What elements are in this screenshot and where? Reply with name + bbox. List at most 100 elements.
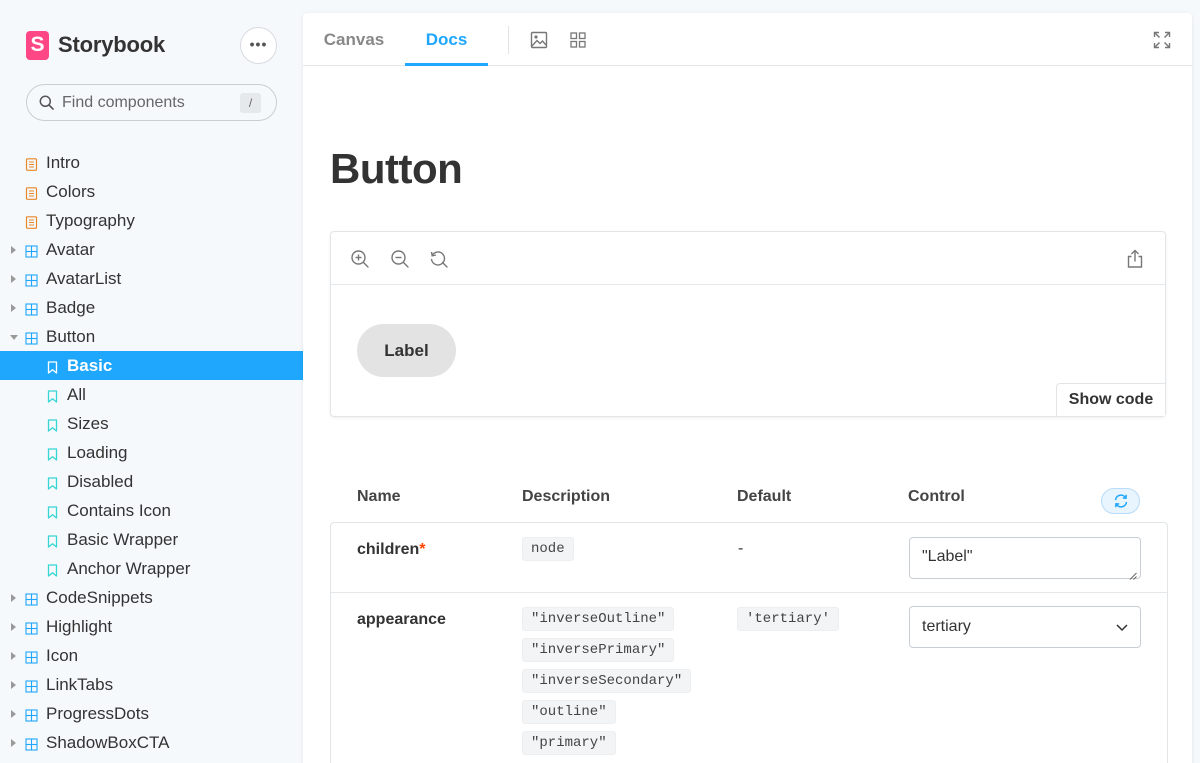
show-code-button[interactable]: Show code — [1056, 383, 1165, 416]
sidebar-item-progressdots[interactable]: ProgressDots — [0, 699, 303, 728]
sidebar-item-label: Loading — [67, 443, 128, 462]
sidebar-item-basic-wrapper[interactable]: Basic Wrapper — [0, 525, 303, 554]
story-preview: Label Show code — [330, 231, 1166, 417]
caret-right-icon[interactable] — [11, 594, 16, 602]
enum-options-list: "inverseOutline" "inversePrimary" "inverse… — [522, 607, 702, 762]
sidebar-item-label: Basic Wrapper — [67, 530, 179, 549]
tab-docs[interactable]: Docs — [405, 13, 488, 66]
sidebar-item-label: Badge — [46, 298, 96, 317]
caret-right-icon[interactable] — [11, 246, 16, 254]
sidebar-item-label: ShadowBoxCTA — [46, 733, 170, 752]
sidebar-item-avatar[interactable]: Avatar — [0, 235, 303, 264]
caret-right-icon[interactable] — [11, 739, 16, 747]
search-box[interactable]: / — [26, 84, 277, 121]
bookmark-icon — [47, 446, 58, 461]
caret-right-icon[interactable] — [11, 304, 16, 312]
sidebar-item-loading[interactable]: Loading — [0, 438, 303, 467]
sidebar-item-intro[interactable]: Intro — [0, 148, 303, 177]
table-row: appearance "inverseOutline" "inversePrima… — [331, 593, 1167, 763]
arg-name: children* — [357, 541, 426, 558]
sidebar-item-typography[interactable]: Typography — [0, 206, 303, 235]
component-icon — [25, 243, 38, 258]
component-icon — [25, 272, 38, 287]
document-icon — [25, 156, 38, 171]
search-input[interactable] — [62, 93, 227, 112]
sync-icon — [1114, 494, 1127, 508]
component-icon — [25, 649, 38, 664]
sidebar-item-label: Avatar — [46, 240, 95, 259]
enum-option: "primary" — [522, 731, 616, 755]
args-table-header: Name Description Default Control — [330, 483, 1166, 514]
main-panel: Canvas Docs Button Label Show code Name … — [303, 13, 1192, 763]
sidebar-item-icon[interactable]: Icon — [0, 641, 303, 670]
bookmark-icon — [47, 475, 58, 490]
page-title: Button — [330, 145, 463, 192]
sidebar-item-codesnippets[interactable]: CodeSnippets — [0, 583, 303, 612]
resize-grip-icon[interactable] — [1129, 567, 1137, 580]
fullscreen-icon[interactable] — [1153, 31, 1171, 49]
zoom-out-icon[interactable] — [390, 249, 410, 269]
appearance-control-select[interactable]: tertiary — [909, 606, 1141, 648]
image-icon[interactable] — [530, 31, 548, 49]
sidebar-item-button[interactable]: Button — [0, 322, 303, 351]
sidebar-item-all[interactable]: All — [0, 380, 303, 409]
bookmark-icon — [47, 533, 58, 548]
sidebar-item-basic[interactable]: Basic — [0, 351, 303, 380]
select-value: tertiary — [922, 618, 971, 635]
ellipsis-icon: ••• — [249, 35, 268, 52]
sidebar-item-label: Intro — [46, 153, 81, 172]
sidebar-item-badge[interactable]: Badge — [0, 293, 303, 322]
zoom-reset-icon[interactable] — [429, 249, 449, 269]
label-button[interactable]: Label — [357, 324, 456, 377]
caret-right-icon[interactable] — [11, 710, 16, 718]
sidebar-item-label: CodeSnippets — [46, 588, 153, 607]
preview-toolbar — [331, 232, 1165, 285]
enum-option: "inverseSecondary" — [522, 669, 692, 693]
header-name: Name — [357, 488, 401, 505]
bookmark-icon — [47, 417, 58, 432]
sidebar-item-colors[interactable]: Colors — [0, 177, 303, 206]
grid-icon[interactable] — [569, 31, 587, 49]
storybook-logo-icon: S — [26, 30, 49, 60]
sidebar-item-linktabs[interactable]: LinkTabs — [0, 670, 303, 699]
component-icon — [25, 620, 38, 635]
search-shortcut-badge: / — [240, 93, 261, 113]
caret-right-icon[interactable] — [11, 275, 16, 283]
children-control-textarea[interactable] — [909, 537, 1141, 579]
bookmark-icon — [47, 562, 58, 577]
sidebar-item-label: Disabled — [67, 472, 134, 491]
sidebar-item-disabled[interactable]: Disabled — [0, 467, 303, 496]
caret-right-icon[interactable] — [11, 623, 16, 631]
search-icon — [39, 95, 54, 110]
sidebar-item-highlight[interactable]: Highlight — [0, 612, 303, 641]
share-icon[interactable] — [1125, 249, 1145, 269]
sidebar-item-anchor-wrapper[interactable]: Anchor Wrapper — [0, 554, 303, 583]
caret-right-icon[interactable] — [11, 652, 16, 660]
zoom-in-icon[interactable] — [350, 249, 370, 269]
sidebar-item-sizes[interactable]: Sizes — [0, 409, 303, 438]
sidebar-item-label: LinkTabs — [46, 675, 114, 694]
sidebar-item-label: Contains Icon — [67, 501, 171, 520]
bookmark-icon — [47, 359, 58, 374]
sidebar: S Storybook ••• / Intro Colors Typography A… — [0, 0, 303, 763]
sidebar-item-avatarlist[interactable]: AvatarList — [0, 264, 303, 293]
caret-right-icon[interactable] — [11, 681, 16, 689]
sidebar-item-label: Typography — [46, 211, 135, 230]
tab-canvas[interactable]: Canvas — [303, 13, 405, 66]
sidebar-item-label: Icon — [46, 646, 79, 665]
args-table: children* node - appearance "inverseOutl… — [330, 522, 1168, 763]
default-value: - — [738, 540, 744, 557]
brand[interactable]: S Storybook — [26, 29, 165, 61]
component-icon — [25, 301, 38, 316]
document-icon — [25, 185, 38, 200]
bookmark-icon — [47, 504, 58, 519]
brand-name: Storybook — [58, 32, 165, 57]
sidebar-item-shadowboxcta[interactable]: ShadowBoxCTA — [0, 728, 303, 757]
enum-option: "outline" — [522, 700, 616, 724]
caret-down-icon[interactable] — [10, 335, 18, 340]
default-value: 'tertiary' — [737, 607, 840, 631]
header-description: Description — [522, 488, 611, 505]
reset-controls-button[interactable] — [1101, 488, 1140, 514]
more-menu-button[interactable]: ••• — [240, 27, 277, 64]
sidebar-item-contains-icon[interactable]: Contains Icon — [0, 496, 303, 525]
